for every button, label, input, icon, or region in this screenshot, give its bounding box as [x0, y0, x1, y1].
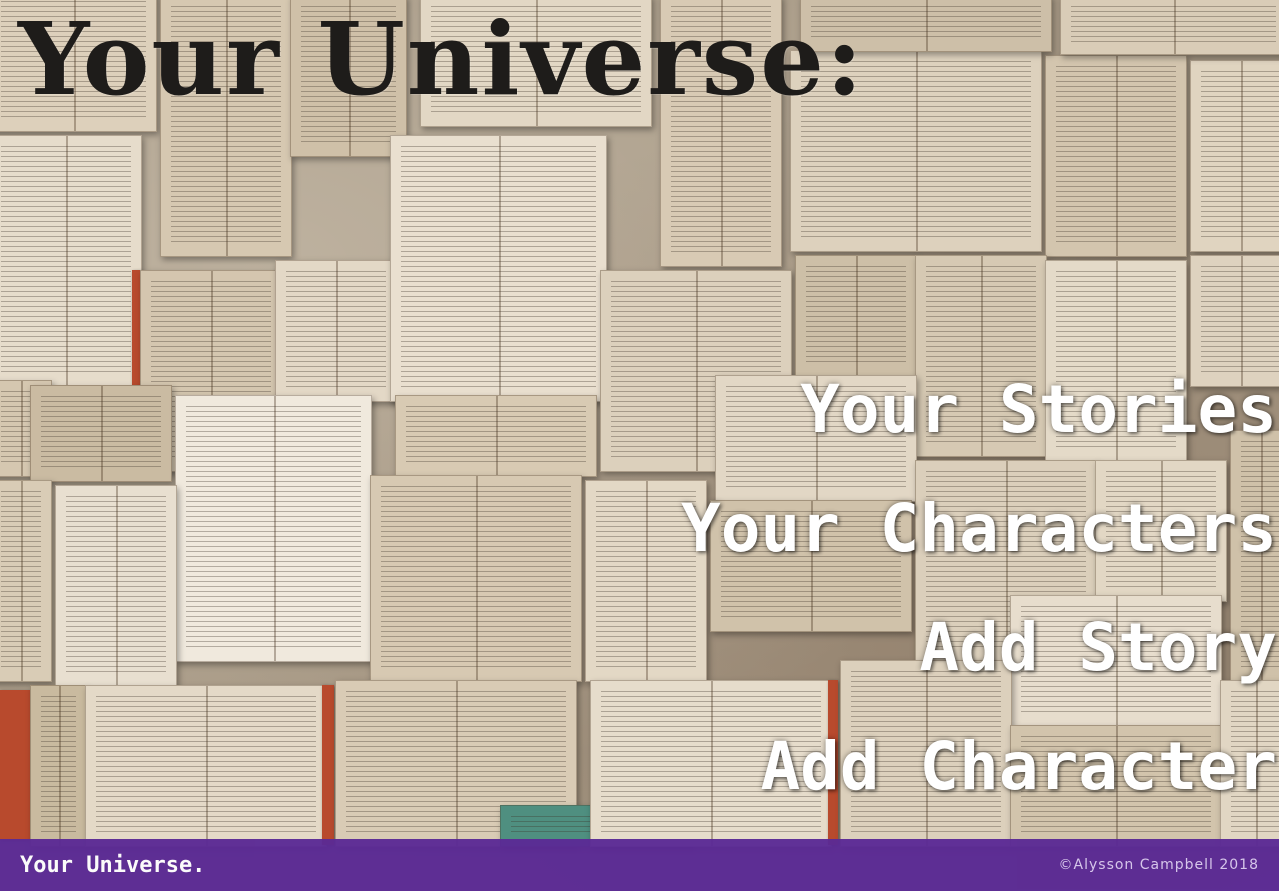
book-page: [1190, 60, 1279, 252]
book-page: [30, 385, 172, 482]
your-characters-link[interactable]: Your Characters: [681, 469, 1277, 588]
book-page: [0, 480, 52, 682]
book-page: [0, 135, 142, 387]
book-page: [395, 395, 597, 477]
book-page: [175, 395, 372, 662]
book-spine: [322, 685, 334, 845]
book-page: [1060, 0, 1279, 55]
copyright-credit: ©Alysson Campbell 2018: [1058, 857, 1259, 873]
book-page: [55, 485, 177, 687]
add-character-link[interactable]: Add Character: [760, 707, 1277, 826]
your-stories-link[interactable]: Your Stories: [800, 350, 1277, 469]
footer-bar: Your Universe. ©Alysson Campbell 2018: [0, 839, 1279, 891]
book-page: [275, 260, 397, 402]
page-title: Your Universe:: [18, 0, 865, 118]
main-menu: Your Stories Your Characters Add Story A…: [681, 350, 1277, 826]
footer-brand: Your Universe.: [20, 852, 206, 878]
book-page: [30, 685, 87, 847]
book-page: [390, 135, 607, 402]
book-page: [370, 475, 582, 682]
book-spine: [0, 690, 30, 840]
book-page: [1045, 55, 1187, 257]
add-story-link[interactable]: Add Story: [919, 588, 1277, 707]
app-screen: Your Universe: Your Stories Your Charact…: [0, 0, 1279, 891]
book-page: [85, 685, 327, 847]
